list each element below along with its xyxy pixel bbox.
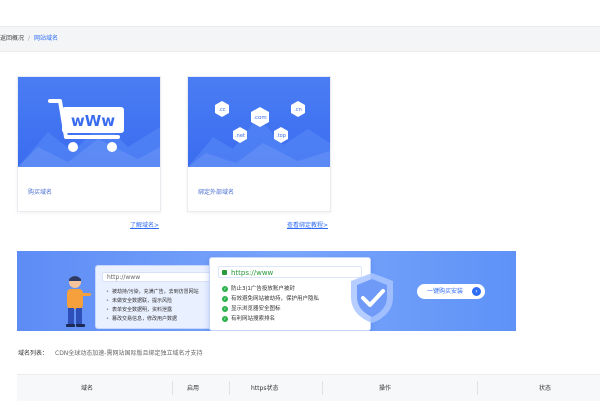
check-icon: ✓ [222,306,228,312]
suffix-com: .com [253,115,267,121]
install-button-label: 一键购买安装 [427,288,464,295]
column-header-https-status: https状态 [251,385,279,392]
breadcrumb-back-link[interactable]: 返回概况 [0,35,24,42]
column-header-status: 状态 [539,385,552,392]
learn-domain-link[interactable]: 了解域名> [130,220,159,229]
http-issue-list: 被劫持/污染，充满广告，去到仿冒网站 未做安全数据联，提示风险 表单安全数据明，… [106,288,199,324]
suffix-cc: .cc [218,107,225,113]
breadcrumb-separator: / [28,35,31,42]
column-header-actions: 操作 [379,385,392,392]
column-divider [322,381,323,395]
https-benefit-item: ✓ 防止3|1广告投放账户被封 [222,284,319,294]
https-benefit-item: ✓ 有利网站搜索排名 [222,314,319,324]
bind-domain-illustration: .cc .com .cn .net .top [188,77,330,167]
binding-tutorial-link[interactable]: 查看绑定教程> [287,220,328,229]
bind-domain-label: 绑定外部域名 [198,189,235,196]
https-benefit-text: 有利网站搜索排名 [231,316,276,322]
check-icon: ✓ [222,316,228,322]
check-icon: ✓ [222,286,228,292]
column-header-enabled: 启用 [187,385,200,392]
arrow-right-icon: › [472,287,481,296]
suffix-net: .net [235,133,245,139]
domain-list-note: CDN全球动态加速-需网站国际版且绑定独立域名才支持 [55,350,203,357]
person-illustration [66,276,91,327]
breadcrumb-bar [0,27,600,52]
column-divider [477,381,478,395]
column-divider [229,381,230,395]
http-issue-item: 表单安全数据明，资料泄露 [106,306,199,315]
buy-domain-card[interactable]: wWw 购买域名 [17,76,161,212]
https-benefit-text: 防止3|1广告投放账户被封 [231,286,295,292]
lock-icon [222,270,227,275]
buy-domain-label: 购买域名 [28,189,53,196]
https-benefit-text: 显示浏览器安全图标 [231,306,281,312]
column-header-domain: 域名 [81,385,94,392]
breadcrumb-current: 网站域名 [34,35,59,42]
column-divider [172,381,173,395]
buy-domain-illustration: wWw [18,77,160,167]
https-benefit-list: ✓ 防止3|1广告投放账户被封 ✓ 有效避免网站被劫持，保护用户隐私 ✓ 显示浏览器安… [222,284,319,324]
one-click-install-button[interactable]: 一键购买安装 › [417,284,485,299]
domain-list-label: 域名列表： [18,350,49,357]
https-url-bar: https://www [218,266,362,278]
ssl-promo-banner[interactable]: http://www 被劫持/污染，充满广告，去到仿冒网站 未做安全数据联，提示… [17,251,516,331]
https-benefit-item: ✓ 有效避免网站被劫持，保护用户隐私 [222,294,319,304]
http-browser-window: http://www 被劫持/污染，充满广告，去到仿冒网站 未做安全数据联，提示… [95,265,225,329]
check-icon: ✓ [222,296,228,302]
http-issue-item: 篡改交易信息，修改用户数据 [106,315,199,324]
https-url-text: https://www [231,269,274,277]
http-issue-item: 被劫持/污染，充满广告，去到仿冒网站 [106,288,199,297]
bind-domain-card[interactable]: .cc .com .cn .net .top 绑定外部域名 [187,76,331,212]
breadcrumb: 返回概况 / 网站域名 [0,33,58,45]
cart-www-text: wWw [71,112,115,130]
suffix-top: .top [276,133,286,139]
https-benefit-item: ✓ 显示浏览器安全图标 [222,304,319,314]
shield-check-icon [351,273,393,323]
top-bar [0,0,600,27]
https-benefit-text: 有效避免网站被劫持，保护用户隐私 [231,296,320,302]
suffix-cn: .cn [294,107,302,113]
http-issue-item: 未做安全数据联，提示风险 [106,297,199,306]
domain-table-header: 域名 启用 https状态 操作 状态 [17,374,600,401]
http-url-bar: http://www [102,272,214,282]
